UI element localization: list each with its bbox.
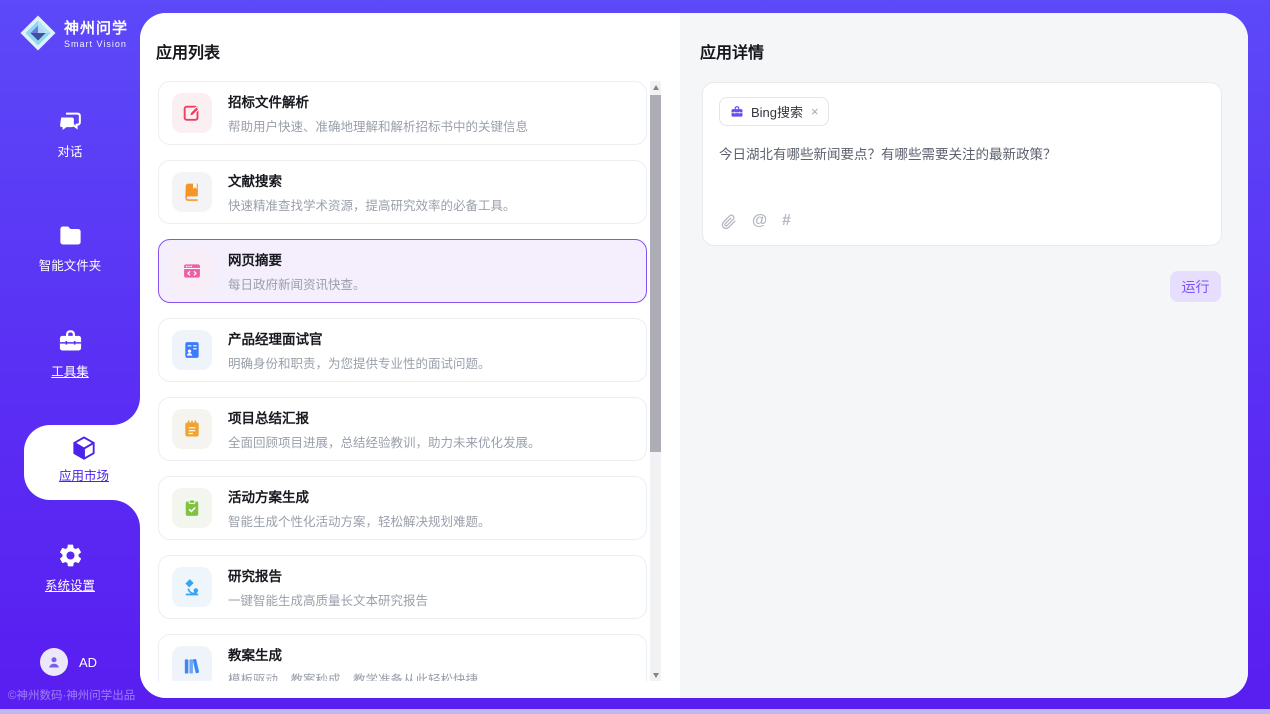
sidebar-item-chat[interactable]: 对话 bbox=[0, 108, 140, 160]
active-tab-curve-bottom bbox=[112, 500, 140, 528]
sidebar-item-label: 智能文件夹 bbox=[0, 255, 140, 274]
cube-icon bbox=[70, 434, 98, 462]
app-card[interactable]: 产品经理面试官 明确身份和职责，为您提供专业性的面试问题。 bbox=[158, 318, 647, 382]
app-card[interactable]: 活动方案生成 智能生成个性化活动方案，轻松解决规划难题。 bbox=[158, 476, 647, 540]
query-input[interactable]: 今日湖北有哪些新闻要点？有哪些需要关注的最新政策？ bbox=[719, 145, 1205, 165]
toolbox-icon bbox=[57, 328, 84, 355]
window-bottom-edge bbox=[0, 709, 1270, 714]
sidebar-item-smart-folders[interactable]: 智能文件夹 bbox=[0, 222, 140, 274]
app-description: 明确身份和职责，为您提供专业性的面试问题。 bbox=[228, 353, 491, 372]
app-name: 招标文件解析 bbox=[228, 91, 528, 111]
sidebar-item-label: 系统设置 bbox=[0, 575, 140, 594]
active-tab-curve-top bbox=[112, 397, 140, 425]
app-name: 研究报告 bbox=[228, 565, 428, 585]
person-icon bbox=[45, 653, 63, 671]
gear-icon bbox=[57, 542, 84, 569]
paperclip-icon[interactable] bbox=[720, 213, 737, 230]
scroll-down-button[interactable] bbox=[650, 669, 661, 681]
microscope-icon bbox=[172, 567, 212, 607]
app-description: 每日政府新闻资讯快查。 bbox=[228, 274, 366, 293]
sidebar-item-label: 工具集 bbox=[0, 361, 140, 380]
app-card[interactable]: 招标文件解析 帮助用户快速、准确地理解和解析招标书中的关键信息 bbox=[158, 81, 647, 145]
app-name: 项目总结汇报 bbox=[228, 407, 541, 427]
app-description: 全面回顾项目进展，总结经验教训，助力未来优化发展。 bbox=[228, 432, 541, 451]
app-name: 产品经理面试官 bbox=[228, 328, 491, 348]
tool-tag-bing-search[interactable]: Bing搜索 × bbox=[719, 97, 829, 126]
app-card[interactable]: 项目总结汇报 全面回顾项目进展，总结经验教训，助力未来优化发展。 bbox=[158, 397, 647, 461]
app-list-title: 应用列表 bbox=[156, 39, 220, 63]
app-list: 招标文件解析 帮助用户快速、准确地理解和解析招标书中的关键信息 文献搜索 快速精… bbox=[140, 81, 680, 681]
brand-logo: 神州问学 Smart Vision bbox=[18, 13, 128, 53]
notepad-icon bbox=[172, 409, 212, 449]
book-icon bbox=[172, 172, 212, 212]
app-card[interactable]: 网页摘要 每日政府新闻资讯快查。 bbox=[158, 239, 647, 303]
app-list-panel: 应用列表 招标文件解析 帮助用户快速、准确地理解和解析招标书中的关键信息 文献搜… bbox=[140, 13, 680, 698]
hash-icon[interactable]: # bbox=[782, 212, 791, 230]
scrollbar-thumb[interactable] bbox=[650, 95, 661, 452]
user-name: AD bbox=[79, 655, 97, 670]
app-name: 网页摘要 bbox=[228, 249, 366, 269]
app-description: 模板驱动，教案秒成，教学准备从此轻松快捷 bbox=[228, 669, 478, 681]
browser-code-icon bbox=[172, 251, 212, 291]
brand-title: 神州问学 bbox=[64, 17, 128, 38]
sidebar-item-label: 应用市场 bbox=[24, 465, 144, 484]
clipboard-check-icon bbox=[172, 488, 212, 528]
app-detail-title: 应用详情 bbox=[700, 39, 764, 63]
app-description: 一键智能生成高质量长文本研究报告 bbox=[228, 590, 428, 609]
app-card[interactable]: 教案生成 模板驱动，教案秒成，教学准备从此轻松快捷 bbox=[158, 634, 647, 681]
sidebar-item-label: 对话 bbox=[0, 141, 140, 160]
brand-subtitle: Smart Vision bbox=[64, 39, 128, 49]
app-name: 文献搜索 bbox=[228, 170, 516, 190]
app-name: 教案生成 bbox=[228, 644, 478, 664]
copyright-text: ©神州数码·神州问学出品 bbox=[8, 687, 135, 703]
user-row: AD bbox=[40, 648, 97, 676]
tool-tag-label: Bing搜索 bbox=[751, 102, 803, 121]
briefcase-icon bbox=[730, 105, 744, 119]
at-icon[interactable]: @ bbox=[752, 212, 767, 230]
app-window: 神州问学 Smart Vision 对话 智能文件夹 工具 bbox=[0, 0, 1270, 714]
sidebar: 神州问学 Smart Vision 对话 智能文件夹 工具 bbox=[0, 0, 140, 714]
sidebar-item-settings[interactable]: 系统设置 bbox=[0, 542, 140, 594]
app-name: 活动方案生成 bbox=[228, 486, 491, 506]
run-button[interactable]: 运行 bbox=[1170, 271, 1221, 302]
app-description: 帮助用户快速、准确地理解和解析招标书中的关键信息 bbox=[228, 116, 528, 135]
diamond-logo-icon bbox=[18, 13, 58, 53]
edit-square-icon bbox=[172, 93, 212, 133]
app-card[interactable]: 文献搜索 快速精准查找学术资源，提高研究效率的必备工具。 bbox=[158, 160, 647, 224]
app-card[interactable]: 研究报告 一键智能生成高质量长文本研究报告 bbox=[158, 555, 647, 619]
chat-icon bbox=[57, 108, 84, 135]
scrollbar bbox=[650, 81, 661, 681]
folder-icon bbox=[57, 222, 84, 249]
sidebar-item-toolset[interactable]: 工具集 bbox=[0, 328, 140, 380]
app-description: 快速精准查找学术资源，提高研究效率的必备工具。 bbox=[228, 195, 516, 214]
attach-toolbar: @ # bbox=[720, 212, 791, 230]
avatar[interactable] bbox=[40, 648, 68, 676]
scroll-up-button[interactable] bbox=[650, 81, 661, 93]
prompt-input-card: Bing搜索 × 今日湖北有哪些新闻要点？有哪些需要关注的最新政策？ @ # bbox=[702, 82, 1222, 246]
books-icon bbox=[172, 646, 212, 681]
app-description: 智能生成个性化活动方案，轻松解决规划难题。 bbox=[228, 511, 491, 530]
sidebar-item-app-market[interactable]: 应用市场 bbox=[24, 425, 144, 500]
close-icon[interactable]: × bbox=[811, 105, 819, 118]
main-content: 应用列表 招标文件解析 帮助用户快速、准确地理解和解析招标书中的关键信息 文献搜… bbox=[140, 13, 1248, 698]
app-detail-panel: 应用详情 Bing搜索 × 今日湖北有哪些新闻要点？有哪些需要关注的最新政策？ bbox=[680, 13, 1248, 698]
interview-doc-icon bbox=[172, 330, 212, 370]
